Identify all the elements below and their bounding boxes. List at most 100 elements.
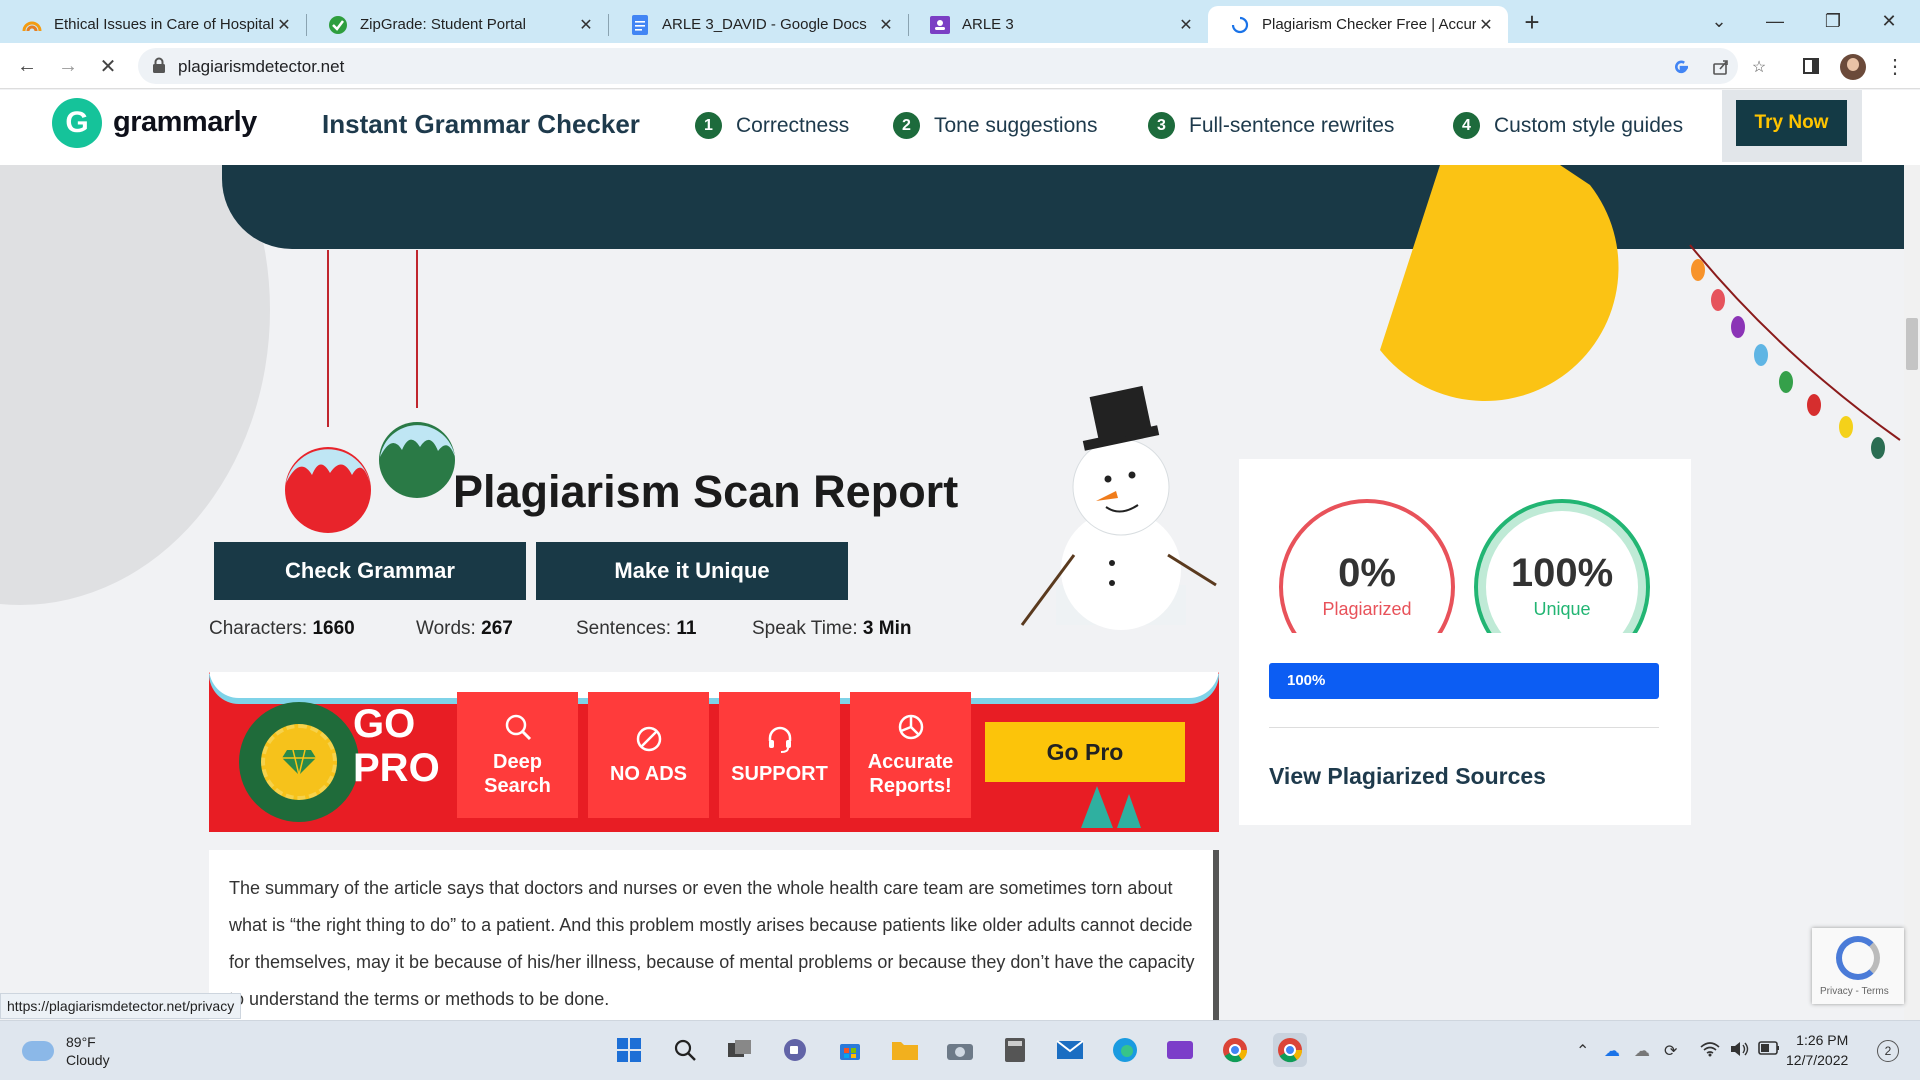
onedrive-icon[interactable]: ☁	[1604, 1041, 1620, 1061]
close-tab-icon[interactable]: ✕	[1176, 15, 1196, 35]
tab-google-docs[interactable]: ARLE 3_DAVID - Google Docs ✕	[608, 6, 908, 43]
feature-label: Correctness	[736, 113, 850, 137]
tab-search-icon[interactable]: ⌄	[1696, 6, 1742, 36]
weather-temp: 89°F	[66, 1034, 96, 1050]
clock-date: 12/7/2022	[1786, 1052, 1849, 1068]
minimize-button[interactable]: —	[1752, 6, 1798, 36]
feature-text: Accurate	[867, 751, 954, 773]
grammarly-feature: 4 Custom style guides	[1453, 112, 1683, 139]
try-now-button[interactable]: Try Now	[1736, 100, 1847, 146]
cloud-icon	[22, 1041, 54, 1061]
grammarly-feature: 3 Full-sentence rewrites	[1148, 112, 1394, 139]
show-hidden-icons-icon[interactable]: ⌃	[1576, 1041, 1589, 1061]
weather-widget[interactable]: 89°F Cloudy	[22, 1033, 110, 1069]
sync-icon[interactable]: ⟳	[1664, 1041, 1677, 1061]
tab-title: Plagiarism Checker Free | Accurat	[1262, 16, 1476, 33]
weather-desc: Cloudy	[66, 1052, 110, 1068]
google-icon[interactable]	[1670, 56, 1692, 78]
status-bar-link: https://plagiarismdetector.net/privacy	[0, 993, 242, 1019]
close-tab-icon[interactable]: ✕	[274, 15, 294, 35]
share-icon[interactable]	[1710, 56, 1732, 78]
feature-number: 3	[1148, 112, 1175, 139]
clipchamp-icon[interactable]	[1163, 1033, 1197, 1067]
feature-text: Deep	[493, 751, 542, 773]
view-plagiarized-sources-link[interactable]: View Plagiarized Sources	[1269, 763, 1546, 790]
feature-label: Custom style guides	[1494, 113, 1684, 137]
stat-value: 3 Min	[862, 618, 912, 639]
restore-button[interactable]: ❐	[1810, 6, 1856, 36]
battery-icon[interactable]	[1758, 1041, 1780, 1060]
tab-ethical-issues[interactable]: Ethical Issues in Care of Hospitali ✕	[0, 6, 306, 43]
stop-loading-button[interactable]: ✕	[93, 51, 123, 81]
browser-toolbar: ← → ✕ plagiarismdetector.net ☆ ⋮	[0, 43, 1920, 89]
close-window-button[interactable]: ✕	[1866, 6, 1912, 36]
cloud-sync-icon[interactable]: ☁	[1634, 1041, 1650, 1061]
close-tab-icon[interactable]: ✕	[576, 15, 596, 35]
bookmark-star-icon[interactable]: ☆	[1748, 56, 1770, 78]
grammarly-ad-banner[interactable]: G grammarly Instant Grammar Checker 1 Co…	[0, 90, 1920, 165]
docs-icon	[630, 14, 650, 35]
new-tab-button[interactable]: +	[1518, 9, 1546, 37]
mail-icon[interactable]	[1053, 1033, 1087, 1067]
characters-stat: Characters: 1660	[209, 618, 355, 640]
task-view-icon[interactable]	[723, 1033, 757, 1067]
edge-icon[interactable]	[1108, 1033, 1142, 1067]
notification-badge[interactable]: 2	[1877, 1040, 1899, 1062]
tab-title: Ethical Issues in Care of Hospitali	[54, 16, 274, 33]
stat-value: 11	[676, 618, 697, 639]
start-icon[interactable]	[612, 1033, 646, 1067]
close-tab-icon[interactable]: ✕	[1476, 15, 1496, 35]
grammarly-feature: 1 Correctness	[695, 112, 849, 139]
volume-icon[interactable]	[1730, 1041, 1750, 1062]
calculator-icon[interactable]	[998, 1033, 1032, 1067]
go-pro-button[interactable]: Go Pro	[985, 722, 1185, 782]
go-pro-banner[interactable]: GO PRO Deep Search NO ADS SUPPORT Accura…	[209, 672, 1219, 832]
make-it-unique-button[interactable]: Make it Unique	[536, 542, 848, 600]
recaptcha-badge[interactable]: Privacy - Terms	[1812, 928, 1904, 1004]
tab-title: ARLE 3	[962, 16, 1014, 33]
unique-percentage: 100%	[1510, 551, 1614, 595]
feature-label: Tone suggestions	[934, 113, 1098, 137]
teams-chat-icon[interactable]	[778, 1033, 812, 1067]
tab-arle-3[interactable]: ARLE 3 ✕	[908, 6, 1208, 43]
tab-title: ARLE 3_DAVID - Google Docs	[662, 16, 867, 33]
accurate-reports-feature: Accurate Reports!	[850, 692, 971, 818]
grammarly-wordmark: grammarly	[113, 106, 257, 138]
system-clock[interactable]: 1:26 PM 12/7/2022	[1786, 1030, 1848, 1070]
chrome-icon[interactable]	[1218, 1033, 1252, 1067]
check-grammar-button[interactable]: Check Grammar	[214, 542, 526, 600]
forward-button[interactable]: →	[53, 51, 83, 81]
tab-plagiarism-checker[interactable]: Plagiarism Checker Free | Accurat ✕	[1208, 6, 1508, 43]
go-pro-line: GO	[353, 702, 416, 746]
windows-taskbar: 89°F Cloudy ⌃ ☁ ☁ ⟳ 1:26 PM 12/7/2022 2	[0, 1020, 1920, 1080]
recaptcha-icon	[1836, 936, 1880, 980]
file-explorer-icon[interactable]	[888, 1033, 922, 1067]
address-bar[interactable]: plagiarismdetector.net ☆	[138, 48, 1766, 84]
page-scrollbar[interactable]	[1904, 165, 1920, 1020]
pie-chart-icon	[896, 712, 926, 742]
back-button[interactable]: ←	[12, 51, 42, 81]
url-text: plagiarismdetector.net	[178, 57, 345, 76]
tab-zipgrade[interactable]: ZipGrade: Student Portal ✕	[306, 6, 608, 43]
uniqueness-progress-bar: 100%	[1269, 663, 1659, 699]
wifi-icon[interactable]	[1700, 1041, 1720, 1062]
feature-text: Reports!	[869, 775, 952, 797]
scrollbar-thumb[interactable]	[1906, 318, 1918, 370]
chrome-profile-icon[interactable]	[1273, 1033, 1307, 1067]
store-icon[interactable]	[833, 1033, 867, 1067]
support-feature: SUPPORT	[719, 692, 840, 818]
recaptcha-links[interactable]: Privacy - Terms	[1820, 986, 1889, 997]
close-tab-icon[interactable]: ✕	[876, 15, 896, 35]
search-icon[interactable]	[668, 1033, 702, 1067]
camera-icon[interactable]	[943, 1033, 977, 1067]
no-ads-icon	[634, 724, 664, 754]
lock-icon[interactable]	[152, 57, 166, 79]
stat-label: Words:	[416, 618, 476, 639]
text-scrollbar[interactable]	[1213, 850, 1219, 1020]
profile-avatar[interactable]	[1840, 54, 1866, 80]
menu-kebab-icon[interactable]: ⋮	[1880, 51, 1910, 81]
document-text-area[interactable]: The summary of the article says that doc…	[209, 850, 1219, 1020]
side-panel-icon[interactable]	[1796, 51, 1826, 81]
tree-icon	[1081, 786, 1141, 828]
snow-edge	[209, 672, 1219, 698]
